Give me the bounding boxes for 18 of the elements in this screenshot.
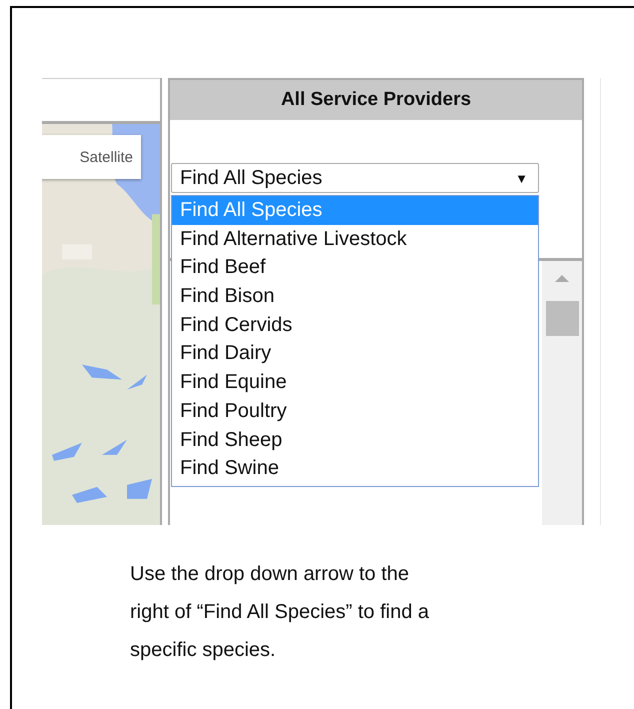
- dropdown-option[interactable]: Find Sheep: [172, 426, 538, 454]
- dropdown-option[interactable]: Find Bison: [172, 282, 538, 311]
- dropdown-option[interactable]: Find Beef: [172, 253, 538, 282]
- dropdown-option[interactable]: Find Equine: [172, 368, 538, 397]
- dropdown-option[interactable]: Find Cervids: [172, 310, 538, 340]
- dropdown-option[interactable]: Find Poultry: [172, 396, 538, 426]
- panel-header: All Service Providers: [170, 80, 582, 120]
- dropdown-option[interactable]: Find Dairy: [172, 339, 538, 368]
- dropdown-arrow-icon[interactable]: ▼: [515, 170, 528, 186]
- dropdown-option[interactable]: Find Alternative Livestock: [172, 224, 538, 254]
- dropdown-option[interactable]: Find Swine: [172, 454, 538, 483]
- scrollbar-thumb[interactable]: [546, 301, 579, 336]
- dropdown-value: Find All Species: [180, 166, 322, 190]
- satellite-button[interactable]: Satellite: [42, 135, 141, 179]
- scrollbar[interactable]: [542, 261, 582, 525]
- species-dropdown[interactable]: Find All Species ▼: [171, 163, 539, 193]
- instruction-text: Use the drop down arrow to the right of “Find All Species” to find a specific species.: [130, 562, 430, 663]
- scroll-up-icon[interactable]: [555, 275, 569, 282]
